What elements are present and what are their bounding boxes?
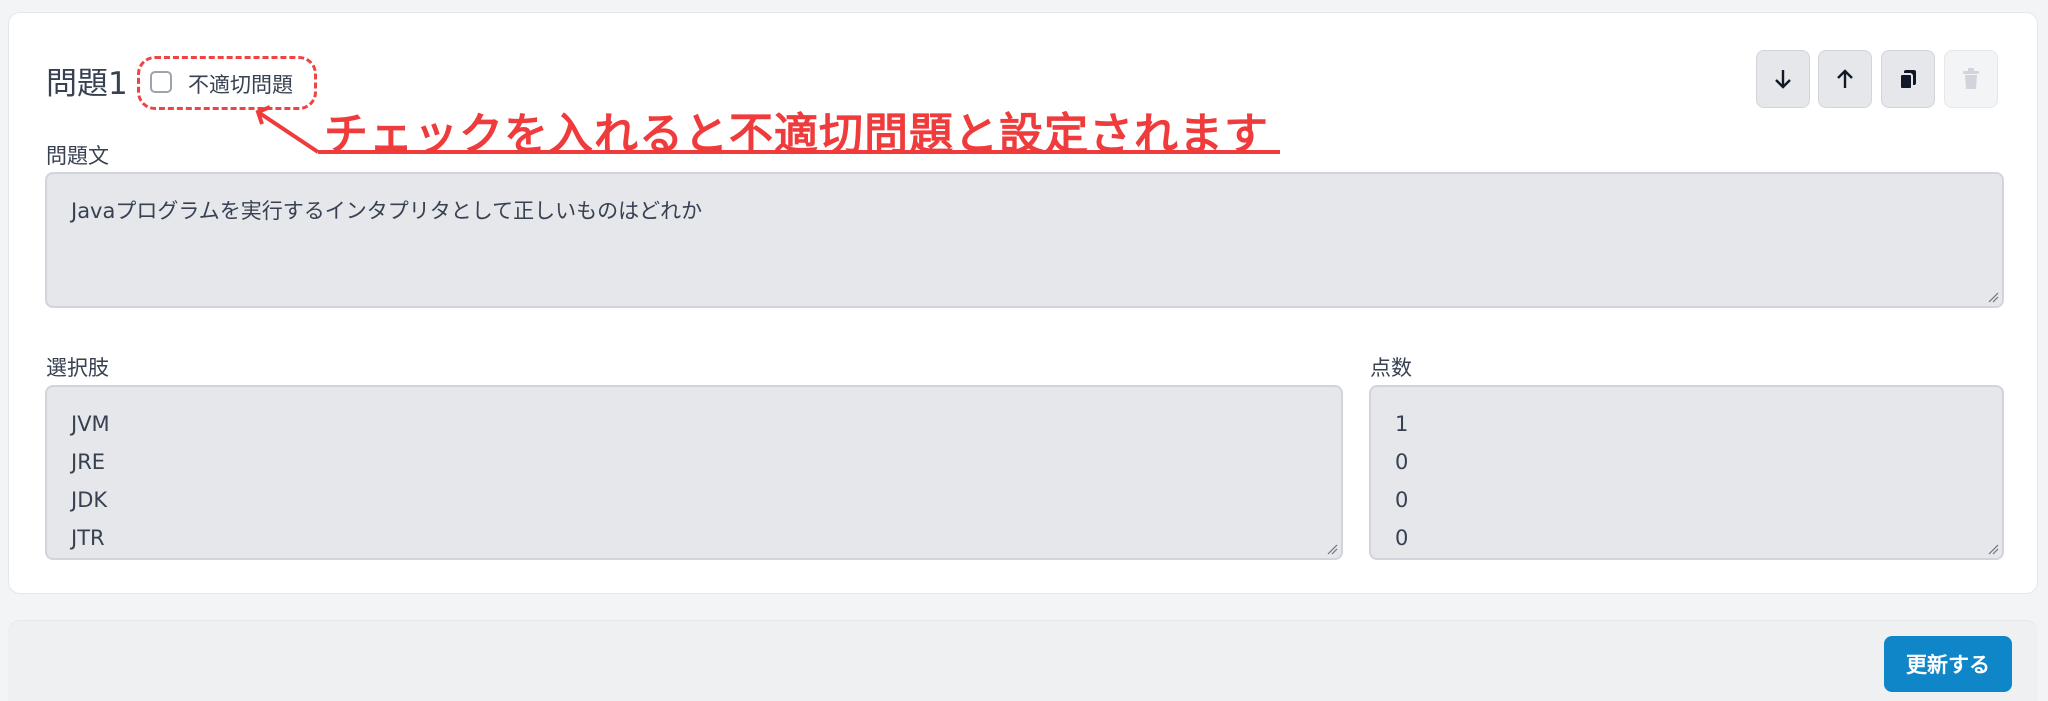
copy-button[interactable] xyxy=(1881,50,1935,108)
score-item: 0 xyxy=(1395,450,1409,474)
choice-item: JTR xyxy=(71,526,105,550)
scores-field[interactable]: 1 0 0 0 xyxy=(1369,385,2004,560)
choice-item: JVM xyxy=(71,412,110,436)
update-button[interactable]: 更新する xyxy=(1884,636,2012,692)
choice-item: JDK xyxy=(71,488,108,512)
question-text-label: 問題文 xyxy=(46,144,109,168)
question-text-value: Javaプログラムを実行するインタプリタとして正しいものはどれか xyxy=(71,199,703,223)
choice-item: JRE xyxy=(71,450,106,474)
score-item: 0 xyxy=(1395,488,1409,512)
move-down-button[interactable] xyxy=(1756,50,1810,108)
footer-bar xyxy=(8,620,2038,701)
choices-label: 選択肢 xyxy=(46,356,109,380)
scores-label: 点数 xyxy=(1370,356,1412,380)
question-text-field[interactable]: Javaプログラムを実行するインタプリタとして正しいものはどれか xyxy=(45,172,2004,308)
copy-icon xyxy=(1899,70,1916,90)
score-item: 1 xyxy=(1395,412,1409,436)
delete-button[interactable] xyxy=(1944,50,1998,108)
score-item: 0 xyxy=(1395,526,1409,550)
resize-grip-icon[interactable] xyxy=(1987,291,1999,303)
trash-icon xyxy=(1963,68,1979,89)
resize-grip-icon[interactable] xyxy=(1987,543,1999,555)
annotation-text: チェックを入れると不適切問題と設定されます xyxy=(324,109,1269,160)
choices-field[interactable]: JVM JRE JDK JTR xyxy=(45,385,1343,560)
resize-grip-icon[interactable] xyxy=(1326,543,1338,555)
arrow-up-icon xyxy=(1837,69,1853,88)
move-up-button[interactable] xyxy=(1818,50,1872,108)
arrow-down-icon xyxy=(1775,70,1791,89)
